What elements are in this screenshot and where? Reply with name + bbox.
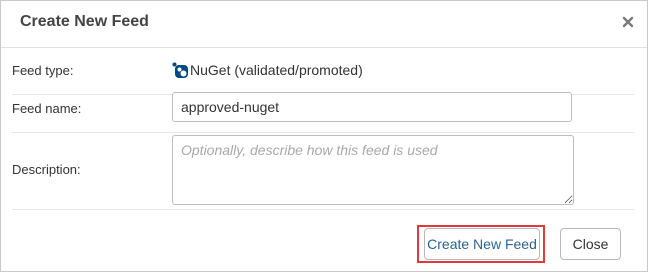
- dialog-header: Create New Feed: [1, 1, 647, 48]
- description-textarea[interactable]: [172, 135, 574, 205]
- close-icon[interactable]: [620, 14, 636, 30]
- description-row: Description:: [12, 133, 634, 210]
- feed-type-text: NuGet (validated/promoted): [190, 62, 363, 78]
- feed-type-value: NuGet (validated/promoted): [172, 62, 363, 78]
- nuget-icon: [172, 62, 188, 78]
- feed-name-row: Feed name:: [12, 88, 634, 133]
- feed-type-label: Feed type:: [12, 63, 74, 78]
- create-new-feed-button[interactable]: Create New Feed: [424, 228, 540, 260]
- close-button[interactable]: Close: [560, 228, 621, 260]
- feed-name-label: Feed name:: [12, 101, 82, 116]
- create-feed-dialog: Create New Feed Feed type: NuGet (valida…: [0, 0, 648, 272]
- description-label: Description:: [12, 162, 81, 177]
- dialog-title: Create New Feed: [20, 13, 149, 30]
- feed-name-input[interactable]: [172, 92, 572, 122]
